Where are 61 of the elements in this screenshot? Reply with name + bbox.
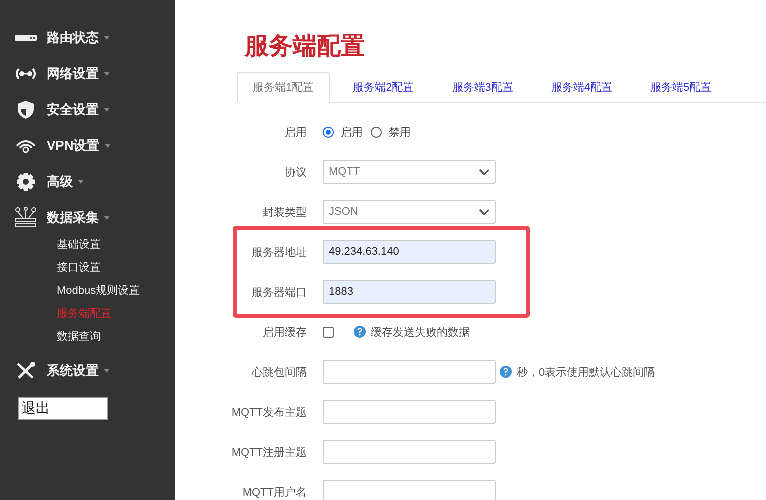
help-icon xyxy=(354,326,366,338)
menu-item[interactable]: 数据采集 xyxy=(47,209,99,227)
input-field[interactable] xyxy=(323,480,496,500)
tab[interactable]: 服务端5配置 xyxy=(636,72,727,102)
input-field[interactable] xyxy=(323,360,496,384)
caret-icon xyxy=(104,144,111,148)
help-text: 秒，0表示使用默认心跳间隔 xyxy=(517,366,656,380)
dropdown[interactable]: JSON xyxy=(323,200,496,224)
field-label: 封装类型 xyxy=(262,206,307,220)
help-text: 缓存发送失败的数据 xyxy=(371,326,470,340)
dropdown[interactable]: MQTT xyxy=(323,160,496,184)
shield-icon xyxy=(17,100,35,120)
tools-icon xyxy=(16,362,36,380)
tab[interactable]: 服务端1配置 xyxy=(237,72,330,103)
router-icon xyxy=(15,34,37,42)
menu-item[interactable]: 系统设置 xyxy=(47,362,99,380)
caret-icon xyxy=(104,108,110,112)
chevron-down-icon xyxy=(479,208,490,216)
submenu-item[interactable]: 基础设置 xyxy=(57,234,175,257)
input-field[interactable] xyxy=(323,400,496,424)
radio-label: 禁用 xyxy=(389,126,411,140)
checkbox[interactable] xyxy=(323,326,334,338)
radio-button[interactable] xyxy=(323,126,334,138)
input-field[interactable]: 49.234.63.140 xyxy=(323,240,496,264)
field-label: 启用缓存 xyxy=(262,326,307,340)
menu-item[interactable]: 高级 xyxy=(47,173,73,191)
radio-button[interactable] xyxy=(371,126,382,138)
caret-icon xyxy=(104,72,110,76)
tab[interactable]: 服务端4配置 xyxy=(536,72,628,102)
field-label: 启用 xyxy=(284,126,307,140)
field-label: MQTT注册主题 xyxy=(230,446,307,460)
field-label: 心跳包间隔 xyxy=(250,366,307,380)
field-label: MQTT发布主题 xyxy=(230,406,307,420)
help-icon xyxy=(500,366,512,378)
signal-icon xyxy=(15,68,37,80)
menu-item[interactable]: 网络设置 xyxy=(47,65,99,83)
gear-icon xyxy=(16,172,36,192)
field-label: 服务器地址 xyxy=(251,246,307,260)
field-label: MQTT用户名 xyxy=(242,486,307,500)
data-collection-icon xyxy=(14,207,38,229)
tab[interactable]: 服务端3配置 xyxy=(437,72,528,102)
chevron-down-icon xyxy=(479,168,490,176)
tab[interactable]: 服务端2配置 xyxy=(338,72,430,102)
submenu-item[interactable]: Modbus规则设置 xyxy=(57,280,175,303)
caret-icon xyxy=(104,216,110,220)
caret-icon xyxy=(78,180,84,184)
caret-icon xyxy=(104,36,110,40)
menu-item[interactable]: 路由状态 xyxy=(47,29,99,47)
submenu-item[interactable]: 数据查询 xyxy=(57,326,175,349)
logout-button[interactable]: 退出 xyxy=(18,397,108,420)
radio-label: 启用 xyxy=(341,126,363,140)
field-label: 服务器端口 xyxy=(251,286,307,300)
menu-item[interactable]: 安全设置 xyxy=(47,101,99,119)
input-field[interactable]: 1883 xyxy=(323,280,496,304)
field-label: 协议 xyxy=(284,166,307,180)
menu-item[interactable]: VPN设置 xyxy=(47,137,100,155)
page-title: 服务端配置 xyxy=(245,32,366,62)
submenu-item[interactable]: 接口设置 xyxy=(57,257,175,280)
input-field[interactable] xyxy=(323,440,496,464)
wifi-icon xyxy=(16,139,36,153)
caret-icon xyxy=(104,369,110,373)
